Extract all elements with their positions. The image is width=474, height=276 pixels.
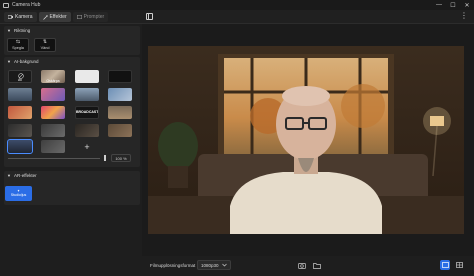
- bg-tile-off-label: Av: [17, 78, 23, 82]
- tab-prompter-label: Prompter: [83, 14, 105, 20]
- title-bar: Camera Hub — ☐ ✕: [0, 0, 474, 10]
- format-value: 1080p30: [201, 262, 219, 268]
- snapshot-button[interactable]: [297, 260, 307, 270]
- magic-wand-icon: [42, 14, 48, 20]
- camera-snapshot-icon: [298, 262, 306, 269]
- tab-bar: Kamera Effekter Prompter: [4, 12, 109, 22]
- bg-tile-blur[interactable]: Oskärpa: [41, 70, 65, 83]
- tab-effects[interactable]: Effekter: [38, 12, 71, 22]
- sidebar-toggle-icon[interactable]: [146, 13, 153, 20]
- camera-preview: [148, 46, 464, 234]
- mirror-label: Spegla: [12, 45, 24, 50]
- studio-light-label: Studioljus: [10, 192, 27, 197]
- app-icon: [3, 2, 9, 8]
- single-view-icon: [441, 262, 449, 268]
- camera-icon: [8, 15, 13, 19]
- bg-tile-gray[interactable]: [41, 140, 65, 153]
- tab-camera[interactable]: Kamera: [4, 12, 37, 22]
- alignment-section: ▼ Riktning ⇆ Spegla ⇅ Vänd: [4, 26, 140, 55]
- format-label: Filmupplösningsformat: [150, 263, 196, 268]
- bg-tile-dark1[interactable]: [8, 124, 32, 137]
- bg-tile-black[interactable]: [108, 70, 132, 83]
- flip-button[interactable]: ⇅ Vänd: [34, 38, 56, 52]
- minimize-button[interactable]: —: [432, 0, 446, 10]
- close-button[interactable]: ✕: [460, 0, 474, 10]
- bg-tile-lounge[interactable]: [108, 106, 132, 119]
- bg-tile-blur-label: Oskärpa: [46, 79, 60, 83]
- mirror-button[interactable]: ⇆ Spegla: [7, 38, 29, 52]
- tab-prompter[interactable]: Prompter: [72, 12, 109, 22]
- zoom-slider-row: 100 %: [8, 154, 134, 162]
- bg-tile-wood[interactable]: [108, 124, 132, 137]
- chevron-down-icon: ▼: [7, 59, 11, 64]
- flip-label: Vänd: [40, 45, 50, 50]
- bg-tile-warm[interactable]: [8, 106, 32, 119]
- bg-tile-space[interactable]: [108, 88, 132, 101]
- zoom-value[interactable]: 100 %: [111, 154, 131, 162]
- zoom-slider-thumb[interactable]: [104, 155, 106, 161]
- more-options-icon[interactable]: ⋮: [460, 11, 468, 20]
- single-view-button[interactable]: [440, 260, 450, 270]
- effects-sidebar: ▼ Riktning ⇆ Spegla ⇅ Vänd ▼ AI-bakgrund…: [0, 24, 142, 276]
- bg-tile-studio[interactable]: [41, 88, 65, 101]
- bg-tile-dark2[interactable]: [41, 124, 65, 137]
- bg-tile-colorful[interactable]: [41, 106, 65, 119]
- ar-effects-header[interactable]: ▼ AR-effekter: [4, 171, 140, 180]
- chevron-down-icon: ▼: [7, 173, 11, 178]
- format-dropdown[interactable]: 1080p30: [197, 260, 231, 270]
- prompter-icon: [76, 15, 82, 19]
- maximize-button[interactable]: ☐: [446, 0, 460, 10]
- ai-background-header[interactable]: ▼ AI-bakgrund: [4, 57, 140, 66]
- preview-scene: [148, 46, 464, 234]
- tab-camera-label: Kamera: [15, 14, 33, 20]
- grid-view-button[interactable]: [454, 260, 464, 270]
- grid-view-icon: [455, 262, 463, 268]
- bg-tile-selected-room[interactable]: [7, 139, 33, 154]
- bg-tile-office[interactable]: [75, 88, 99, 101]
- app-title: Camera Hub: [12, 2, 41, 8]
- alignment-header[interactable]: ▼ Riktning: [4, 26, 140, 35]
- studio-light-button[interactable]: ✦ Studioljus: [5, 186, 32, 201]
- ar-effects-title: AR-effekter: [13, 173, 37, 178]
- bg-tile-dark3[interactable]: [75, 124, 99, 137]
- bg-tile-off[interactable]: Av: [8, 70, 32, 83]
- bg-tile-room[interactable]: [8, 88, 32, 101]
- folder-icon: [313, 262, 321, 269]
- add-background-button[interactable]: +: [80, 140, 94, 153]
- chevron-down-icon: [222, 263, 227, 267]
- chevron-down-icon: ▼: [7, 28, 11, 33]
- plus-icon: +: [84, 141, 90, 152]
- folder-button[interactable]: [312, 260, 322, 270]
- ai-background-title: AI-bakgrund: [13, 59, 39, 64]
- bg-tile-white[interactable]: [75, 70, 99, 83]
- tab-effects-label: Effekter: [49, 14, 67, 20]
- zoom-slider-track[interactable]: [8, 158, 100, 159]
- window-controls: — ☐ ✕: [432, 0, 474, 10]
- bottom-bar: Filmupplösningsformat 1080p30: [142, 256, 474, 276]
- bg-tile-broadcast[interactable]: BROADCAST: [75, 106, 99, 119]
- alignment-title: Riktning: [13, 28, 31, 33]
- toolbar: Kamera Effekter Prompter ⋮: [0, 10, 474, 24]
- bg-tile-broadcast-label: BROADCAST: [76, 110, 99, 114]
